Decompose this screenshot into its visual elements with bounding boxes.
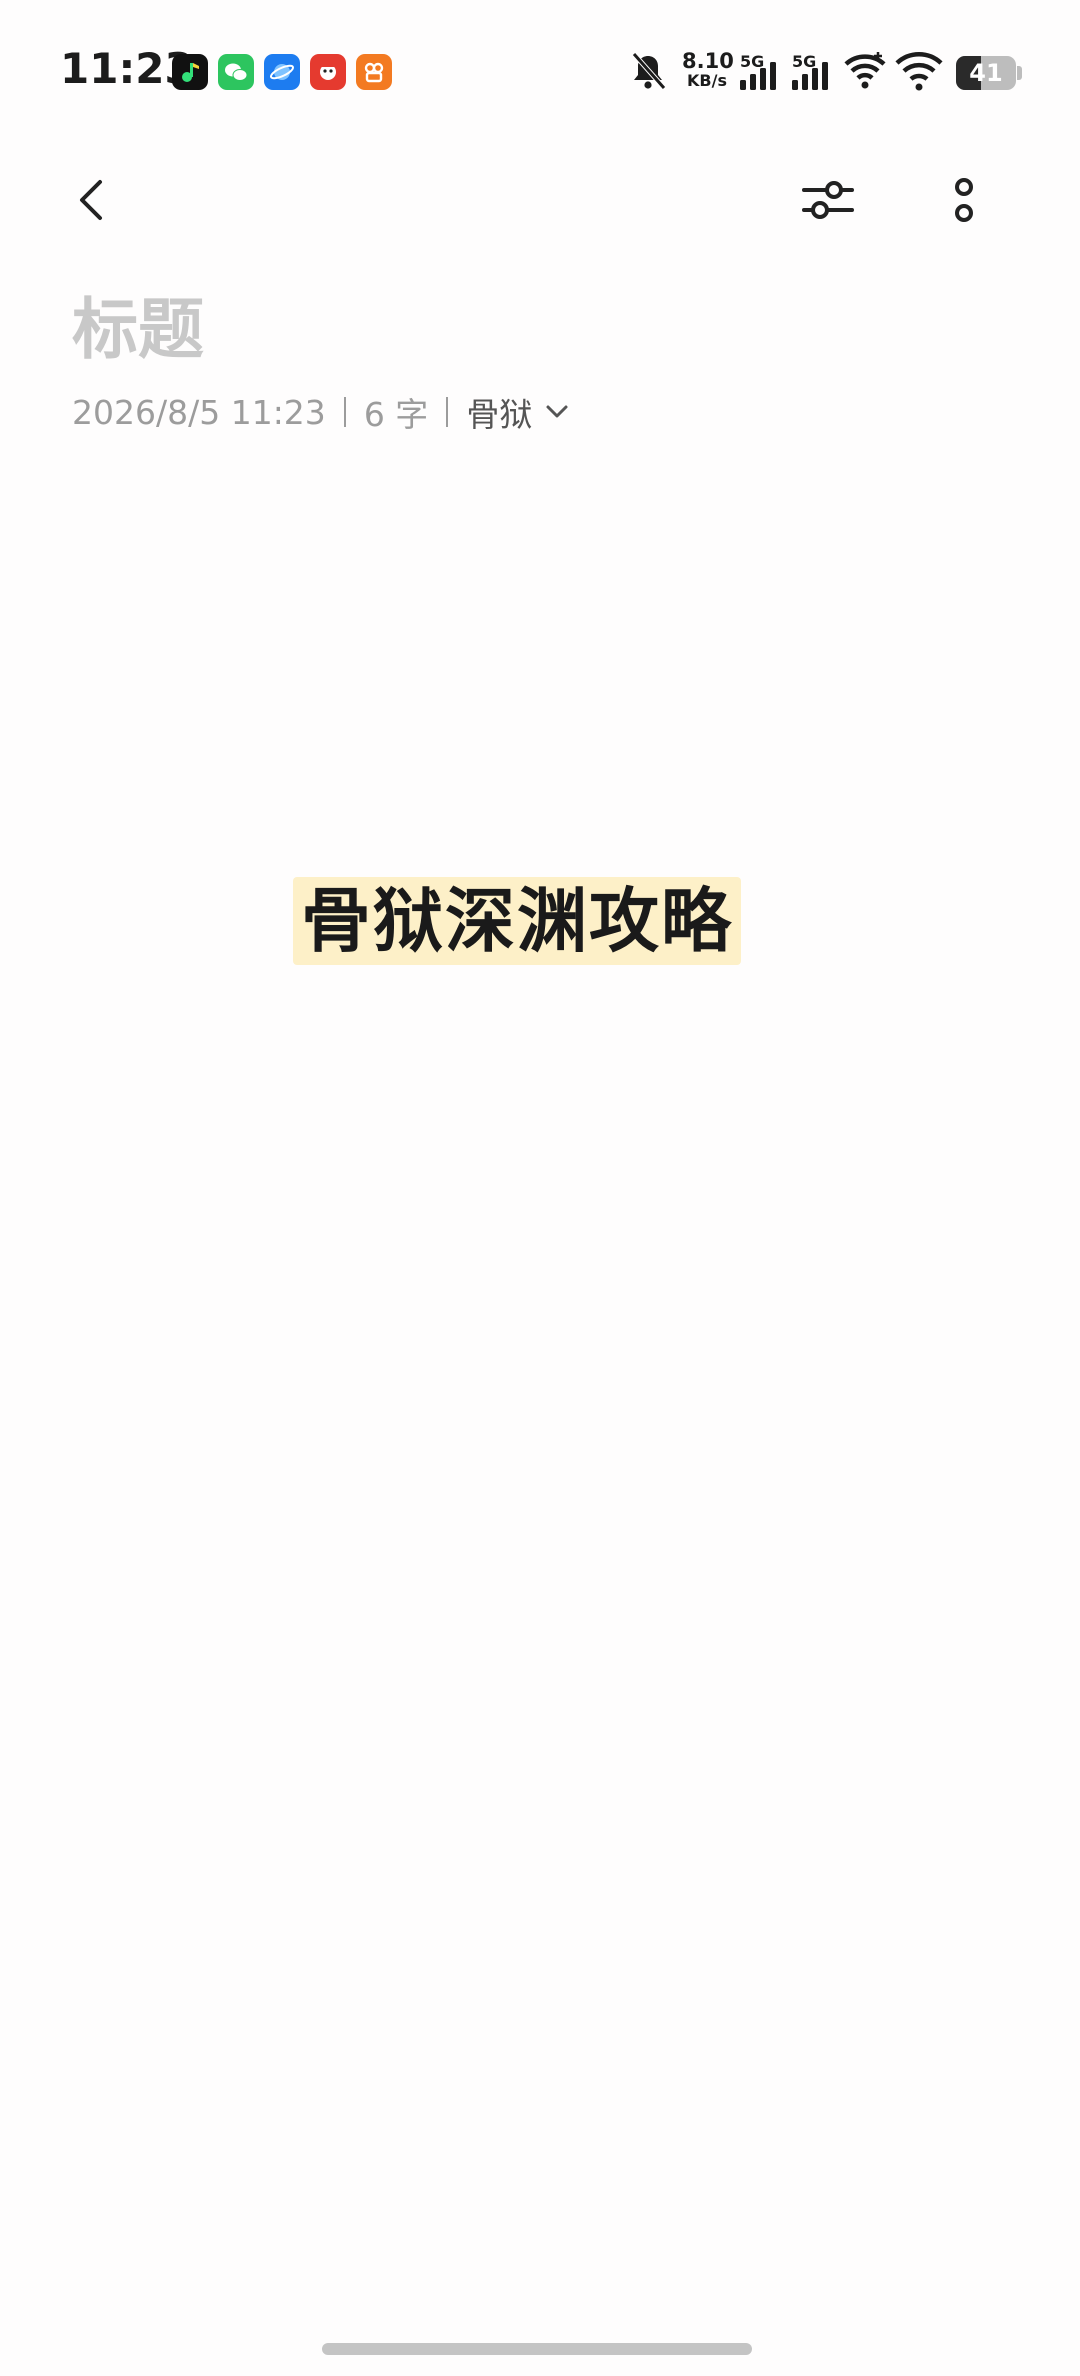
battery-nub — [1017, 66, 1022, 80]
battery-icon: 41 — [956, 56, 1016, 90]
more-vertical-icon — [955, 178, 973, 222]
mute-bell-icon — [626, 48, 670, 94]
note-word-count: 6 字 — [363, 395, 429, 434]
note-date: 2026/8/5 11:23 — [72, 392, 326, 432]
meta-divider — [343, 397, 346, 427]
wechat-app-icon — [218, 54, 254, 90]
sim1-signal-icon — [738, 48, 780, 94]
note-settings-button[interactable] — [788, 160, 868, 240]
more-options-button[interactable] — [924, 160, 1004, 240]
status-bar: 11:23 8.10 KB/s 5G 5G 41 — [0, 0, 1080, 150]
chevron-down-icon — [546, 405, 568, 418]
sim2-signal-icon — [790, 48, 832, 94]
back-button[interactable] — [52, 160, 132, 240]
meta-divider — [446, 397, 449, 427]
highlighted-text: 骨狱深渊攻略 — [293, 877, 741, 965]
note-title-input[interactable]: 标题 — [72, 290, 204, 370]
xiaohongshu-mascot-app-icon — [310, 54, 346, 90]
battery-level: 41 — [969, 59, 1003, 87]
network-speed: 8.10 KB/s — [682, 49, 734, 90]
note-editor-screen: 11:23 8.10 KB/s 5G 5G 41 标题 2026/8/5 11:… — [0, 0, 1080, 2376]
wifi-icon — [894, 48, 944, 94]
kuaishou-app-icon — [356, 54, 392, 90]
browser-app-icon — [264, 54, 300, 90]
home-indicator[interactable] — [322, 2343, 752, 2355]
note-meta-row: 2026/8/5 11:23 6 字 骨狱 — [72, 390, 572, 434]
folder-selector[interactable]: 骨狱 — [466, 388, 572, 436]
sliders-icon — [802, 181, 854, 219]
wifi-sharing-icon — [842, 48, 888, 94]
chevron-left-icon — [80, 180, 102, 220]
note-body[interactable]: 骨狱深渊攻略 — [293, 877, 741, 965]
folder-name: 骨狱 — [466, 395, 533, 434]
music-app-icon — [172, 54, 208, 90]
